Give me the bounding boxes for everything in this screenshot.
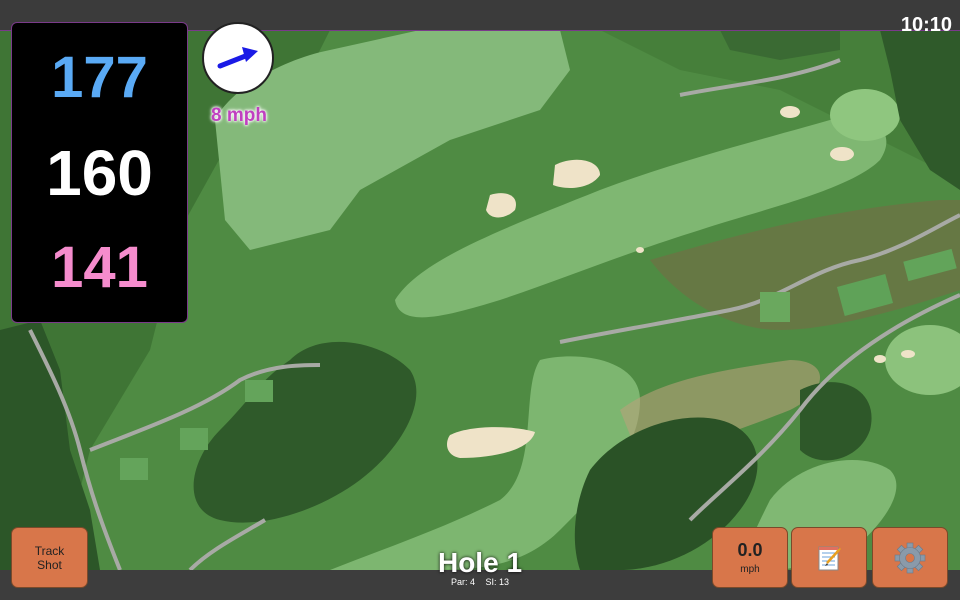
distance-panel[interactable]: 177 160 141 [11,22,188,323]
hole-par: Par: 4 [450,577,475,587]
hole-si: SI: 13 [485,577,510,587]
shot-speed-unit: mph [740,564,760,575]
clock: 10:10 [900,14,952,36]
arrow-right-icon [217,47,258,69]
shot-speed-button[interactable]: 0.0 mph [712,527,788,588]
gear-icon [894,542,926,573]
settings-button[interactable] [872,527,948,588]
wind-speed: 8 mph [211,105,267,126]
middle-distance: 160 [46,137,153,209]
back-distance: 177 [51,45,148,110]
wind-indicator [202,22,274,94]
gps-app: 10:10 177 160 141 8 mph Track Shot Hole … [0,0,960,600]
notepad-icon [818,546,841,570]
front-distance: 141 [51,235,148,300]
hole-info: Par: 4 SI: 13 [380,577,580,587]
shot-speed-value: 0.0 [737,540,763,560]
notes-button[interactable] [791,527,867,588]
hole-title: Hole 1 [437,547,523,578]
track-shot-label: Track Shot [34,543,65,572]
track-shot-button[interactable]: Track Shot [11,527,88,588]
